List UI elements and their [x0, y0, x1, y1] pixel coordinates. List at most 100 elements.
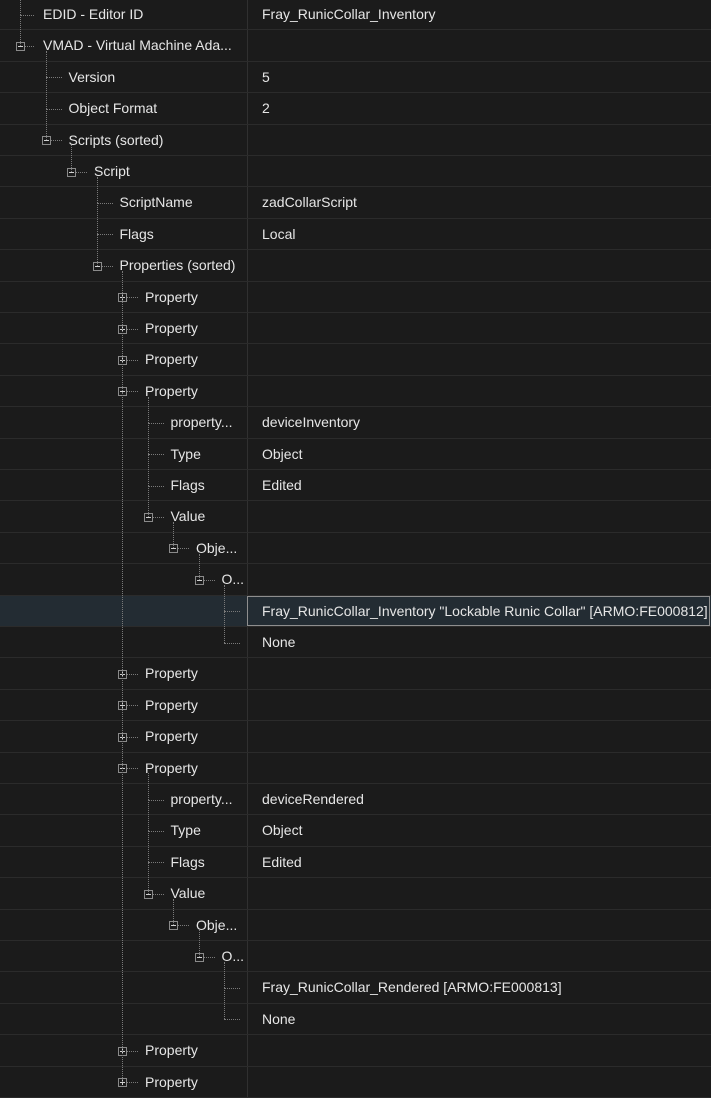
field-name: Type [170, 445, 201, 462]
tree-connector [122, 736, 123, 769]
field-value[interactable]: Edited [262, 847, 302, 878]
field-name: ScriptName [119, 194, 193, 211]
tree-row[interactable]: property... deviceInventory [0, 407, 711, 439]
tree-row[interactable]: Property [0, 689, 711, 722]
tree-row[interactable]: Flags Local [0, 218, 711, 251]
record-tree-view: EDID - Editor ID Fray_RunicCollar_Invento… [0, 0, 711, 1098]
tree-row[interactable]: ScriptName zadCollarScript [0, 187, 711, 219]
field-name: Value [170, 508, 206, 525]
tree-row[interactable]: Property [0, 721, 711, 753]
tree-connector [122, 297, 123, 329]
tree-row[interactable]: Property [0, 752, 711, 784]
field-value[interactable]: Object [262, 439, 302, 470]
tree-row[interactable]: Property [0, 313, 711, 345]
column-divider [247, 878, 248, 909]
column-divider [247, 721, 248, 752]
tree-connector [20, 0, 21, 15]
field-name: Scripts (sorted) [68, 131, 164, 148]
tree-row[interactable]: Flags Edited [0, 470, 711, 502]
column-divider [247, 595, 248, 626]
tree-row[interactable]: O... [0, 941, 711, 973]
tree-connector [147, 862, 149, 894]
tree-row[interactable]: O... [0, 564, 711, 596]
field-value[interactable]: Edited [262, 470, 302, 501]
field-value[interactable]: deviceRendered [262, 784, 364, 815]
tree-row[interactable]: Properties (sorted) [0, 250, 711, 282]
column-divider [247, 375, 248, 407]
field-name: property... [170, 414, 233, 431]
field-name: Version [68, 68, 116, 85]
field-value[interactable]: None [262, 1004, 295, 1035]
tree-row[interactable]: Property [0, 344, 711, 376]
tree-connector [147, 396, 149, 423]
field-value[interactable]: Fray_RunicCollar_Inventory [262, 0, 436, 30]
tree-connector [147, 831, 164, 833]
field-name: Flags [119, 225, 154, 242]
field-value[interactable]: Object [262, 815, 302, 846]
tree-row[interactable]: Script [0, 156, 711, 188]
field-name: VMAD - Virtual Machine Ada... [43, 37, 232, 54]
column-divider [247, 1003, 248, 1035]
field-value[interactable]: Fray_RunicCollar_Inventory "Lockable Run… [262, 596, 708, 627]
tree-connector [147, 831, 149, 863]
tree-row[interactable]: Type Object [0, 815, 711, 847]
tree-row[interactable]: Obje... [0, 532, 711, 565]
field-value[interactable]: None [262, 627, 295, 658]
tree-row[interactable]: Fray_RunicCollar_Rendered [ARMO:FE000813… [0, 972, 711, 1004]
column-divider [247, 250, 248, 281]
field-value[interactable]: 5 [262, 62, 270, 93]
field-name: Property [145, 665, 198, 682]
tree-connector [224, 611, 240, 613]
tree-row[interactable]: Property [0, 658, 711, 690]
column-divider [247, 972, 248, 1003]
column-divider [247, 658, 248, 689]
field-name: Object Format [68, 100, 158, 117]
tree-connector [147, 422, 164, 424]
tree-connector [147, 485, 149, 518]
tree-connector [173, 522, 174, 549]
tree-row[interactable]: Property [0, 1035, 711, 1067]
tree-row-selected[interactable]: Fray_RunicCollar_Inventory "Lockable Run… [0, 595, 711, 627]
column-divider [247, 815, 248, 846]
field-value[interactable]: zadCollarScript [262, 187, 357, 218]
tree-row[interactable]: property... deviceRendered [0, 784, 711, 816]
field-value[interactable]: 2 [262, 93, 270, 124]
column-divider [247, 156, 248, 187]
field-name: Property [145, 382, 198, 399]
tree-row[interactable]: Scripts (sorted) [0, 124, 711, 156]
tree-row[interactable]: Property [0, 375, 711, 408]
field-name: Type [170, 822, 201, 839]
tree-connector [45, 108, 47, 141]
tree-row[interactable]: None [0, 1003, 711, 1036]
tree-connector [147, 799, 164, 801]
tree-connector [224, 988, 225, 1020]
field-value[interactable]: Fray_RunicCollar_Rendered [ARMO:FE000813… [262, 972, 562, 1003]
tree-connector [122, 705, 123, 737]
tree-row[interactable]: Version 5 [0, 61, 711, 94]
tree-connector [173, 898, 174, 926]
tree-connector [122, 391, 123, 675]
tree-row[interactable]: Value [0, 501, 711, 533]
tree-row[interactable]: Obje... [0, 909, 711, 941]
field-name: Value [170, 885, 206, 902]
field-value[interactable]: deviceInventory [262, 407, 360, 438]
tree-row[interactable]: Object Format 2 [0, 93, 711, 125]
field-value[interactable]: Local [262, 219, 295, 250]
column-divider [247, 281, 248, 312]
field-name: Flags [170, 477, 205, 493]
tree-row[interactable]: Type Object [0, 438, 711, 470]
tree-connector [96, 203, 98, 235]
tree-connector [147, 422, 149, 455]
tree-row[interactable]: EDID - Editor ID Fray_RunicCollar_Invento… [0, 0, 711, 31]
tree-connector [45, 108, 62, 110]
tree-row[interactable]: Property [0, 1066, 711, 1098]
field-name: Property [145, 351, 198, 368]
tree-row[interactable]: Flags Edited [0, 846, 711, 879]
column-divider [247, 941, 248, 972]
tree-row[interactable]: VMAD - Virtual Machine Ada... [0, 30, 711, 62]
tree-row[interactable]: Value [0, 878, 711, 910]
tree-connector [198, 553, 200, 580]
tree-connector [122, 768, 123, 1051]
tree-row[interactable]: None [0, 627, 711, 659]
tree-row[interactable]: Property [0, 281, 711, 313]
